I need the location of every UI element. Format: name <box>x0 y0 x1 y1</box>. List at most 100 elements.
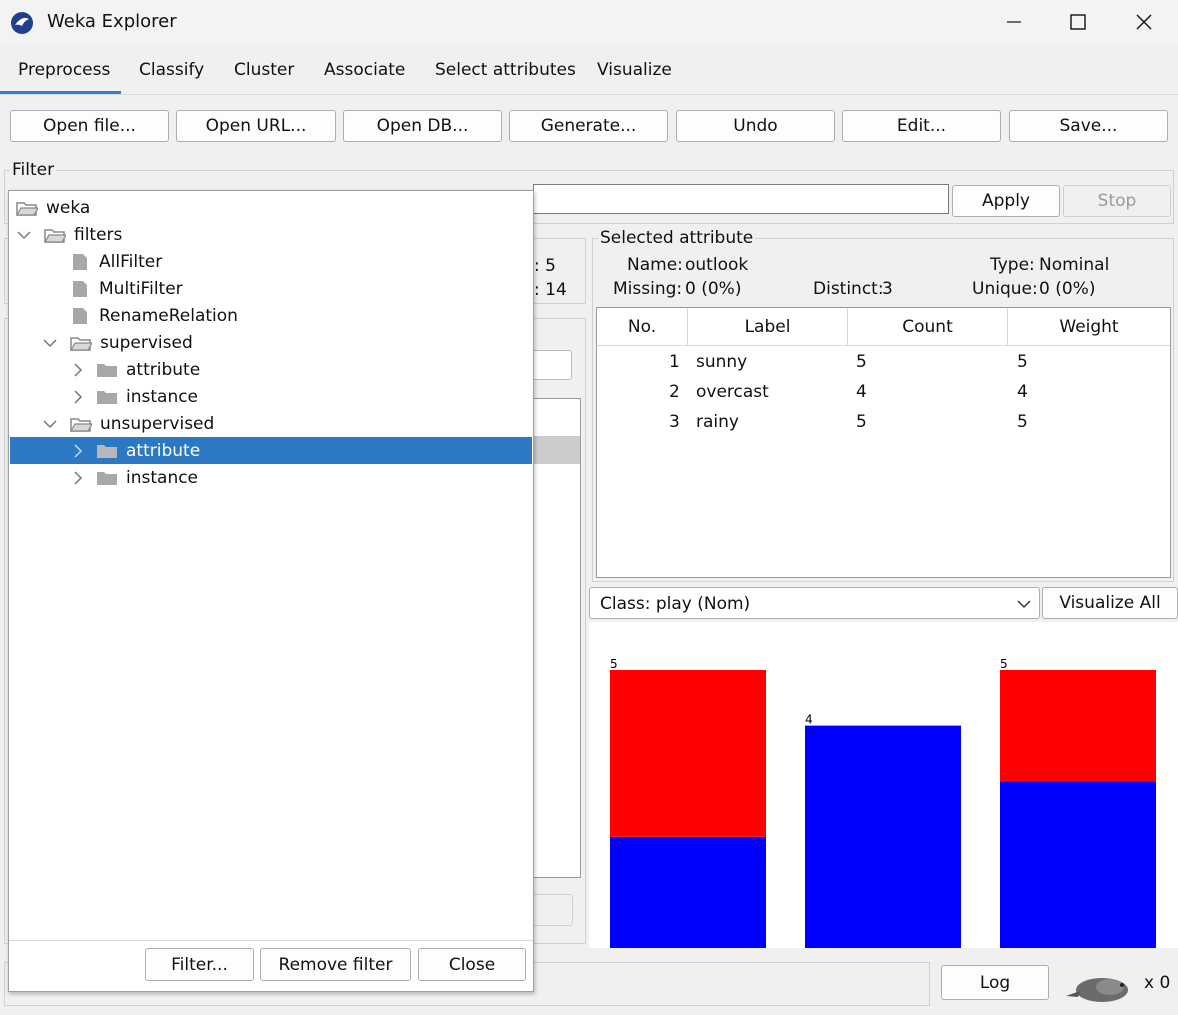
tree-label: MultiFilter <box>99 278 183 299</box>
apply-button[interactable]: Apply <box>952 185 1060 217</box>
tab-classify[interactable]: Classify <box>121 48 222 94</box>
folder-open-icon <box>43 226 68 244</box>
tab-divider <box>0 94 1178 95</box>
missing-label: Missing: <box>613 279 683 299</box>
folder-icon <box>96 442 118 460</box>
tree-node-unsupervised-instance[interactable]: instance <box>10 464 532 491</box>
generate-button[interactable]: Generate... <box>509 110 668 142</box>
row-label: overcast <box>696 382 769 402</box>
tab-visualize[interactable]: Visualize <box>579 48 690 94</box>
popup-divider <box>9 940 533 941</box>
row-no: 3 <box>669 412 680 432</box>
chevron-down-icon[interactable] <box>42 335 58 351</box>
maximize-button[interactable] <box>1060 4 1096 40</box>
save-button[interactable]: Save... <box>1009 110 1168 142</box>
tree-node-weka[interactable]: weka <box>10 194 532 221</box>
file-icon <box>72 307 88 325</box>
bar-rainy-segment-1 <box>1000 670 1156 782</box>
tree-node-filters[interactable]: filters <box>10 221 532 248</box>
row-no: 2 <box>669 382 680 402</box>
column-no[interactable]: No. <box>597 308 688 346</box>
column-count[interactable]: Count <box>848 308 1008 346</box>
tree-node-allfilter[interactable]: AllFilter <box>10 248 532 275</box>
folder-icon <box>96 361 118 379</box>
tab-preprocess[interactable]: Preprocess <box>0 48 121 94</box>
chevron-down-icon <box>1016 596 1032 612</box>
folder-open-icon <box>69 334 94 352</box>
tree-label: attribute <box>126 440 201 461</box>
bar-sunny-segment-0 <box>610 836 766 948</box>
type-label: Type: <box>990 255 1035 275</box>
relation-attributes-value: : 5 <box>534 256 556 276</box>
undo-button[interactable]: Undo <box>676 110 835 142</box>
name-value: outlook <box>685 255 749 275</box>
attribute-pattern-field[interactable] <box>530 350 572 380</box>
bar-rainy-segment-0 <box>1000 781 1156 948</box>
open-url-button[interactable]: Open URL... <box>176 110 336 142</box>
tree-node-renamerelation[interactable]: RenameRelation <box>10 302 532 329</box>
row-label: rainy <box>696 412 739 432</box>
chevron-right-icon[interactable] <box>70 389 86 405</box>
row-no: 1 <box>669 352 680 372</box>
tree-node-supervised[interactable]: supervised <box>10 329 532 356</box>
remove-button-hidden[interactable] <box>530 894 573 926</box>
name-label: Name: <box>627 255 683 275</box>
close-window-button[interactable] <box>1126 4 1162 40</box>
tree-label: attribute <box>126 359 201 380</box>
chevron-down-icon[interactable] <box>16 227 32 243</box>
window-title: Weka Explorer <box>47 11 177 32</box>
remove-filter-button[interactable]: Remove filter <box>260 948 411 981</box>
class-select-value: Class: play (Nom) <box>600 594 751 614</box>
stop-button[interactable]: Stop <box>1063 185 1171 217</box>
row-label: sunny <box>696 352 748 372</box>
unique-label: Unique: <box>972 279 1038 299</box>
tree-node-supervised-attribute[interactable]: attribute <box>10 356 532 383</box>
visualize-all-button[interactable]: Visualize All <box>1042 587 1178 619</box>
tab-associate[interactable]: Associate <box>306 48 423 94</box>
row-weight: 5 <box>1017 412 1028 432</box>
chevron-right-icon[interactable] <box>70 362 86 378</box>
weka-bird-icon <box>1064 972 1134 1006</box>
tree-label: filters <box>74 224 123 245</box>
folder-open-icon <box>15 199 40 217</box>
close-popup-button[interactable]: Close <box>418 948 526 981</box>
column-weight[interactable]: Weight <box>1008 308 1170 346</box>
filter-dialog-button[interactable]: Filter... <box>145 948 254 981</box>
open-db-button[interactable]: Open DB... <box>343 110 502 142</box>
chevron-down-icon[interactable] <box>42 416 58 432</box>
tree-node-unsupervised[interactable]: unsupervised <box>10 410 532 437</box>
chevron-right-icon[interactable] <box>70 443 86 459</box>
tab-select-attributes[interactable]: Select attributes <box>417 48 594 94</box>
open-file-button[interactable]: Open file... <box>10 110 169 142</box>
folder-open-icon <box>69 415 94 433</box>
chevron-right-icon[interactable] <box>70 470 86 486</box>
weka-logo-icon <box>10 11 34 35</box>
type-value: Nominal <box>1039 255 1110 275</box>
row-weight: 5 <box>1017 352 1028 372</box>
title-bar: Weka Explorer <box>0 0 1178 46</box>
log-button[interactable]: Log <box>941 965 1049 1000</box>
histogram-chart: 5 4 5 <box>610 657 1156 948</box>
folder-icon <box>96 469 118 487</box>
file-icon <box>72 280 88 298</box>
tree-node-supervised-instance[interactable]: instance <box>10 383 532 410</box>
tree-label: instance <box>126 386 199 407</box>
attributes-list[interactable] <box>530 398 581 878</box>
column-label[interactable]: Label <box>688 308 848 346</box>
edit-button[interactable]: Edit... <box>842 110 1001 142</box>
tree-label: AllFilter <box>99 251 163 272</box>
unique-value: 0 (0%) <box>1039 279 1096 299</box>
tree-node-multifilter[interactable]: MultiFilter <box>10 275 532 302</box>
tab-cluster[interactable]: Cluster <box>216 48 312 94</box>
filter-field[interactable] <box>533 184 949 214</box>
minimize-button[interactable] <box>996 4 1032 40</box>
attributes-list-selected-row[interactable] <box>531 436 580 464</box>
filter-legend: Filter <box>10 160 57 180</box>
bar-data-label: 4 <box>805 713 813 727</box>
tree-node-unsupervised-attribute[interactable]: attribute <box>10 437 532 464</box>
bar-data-label: 5 <box>1000 657 1008 671</box>
bar-sunny-segment-1 <box>610 670 766 837</box>
histogram-panel: 5 4 5 <box>589 622 1178 948</box>
class-select[interactable]: Class: play (Nom) <box>589 587 1040 619</box>
bar-data-label: 5 <box>610 657 618 671</box>
